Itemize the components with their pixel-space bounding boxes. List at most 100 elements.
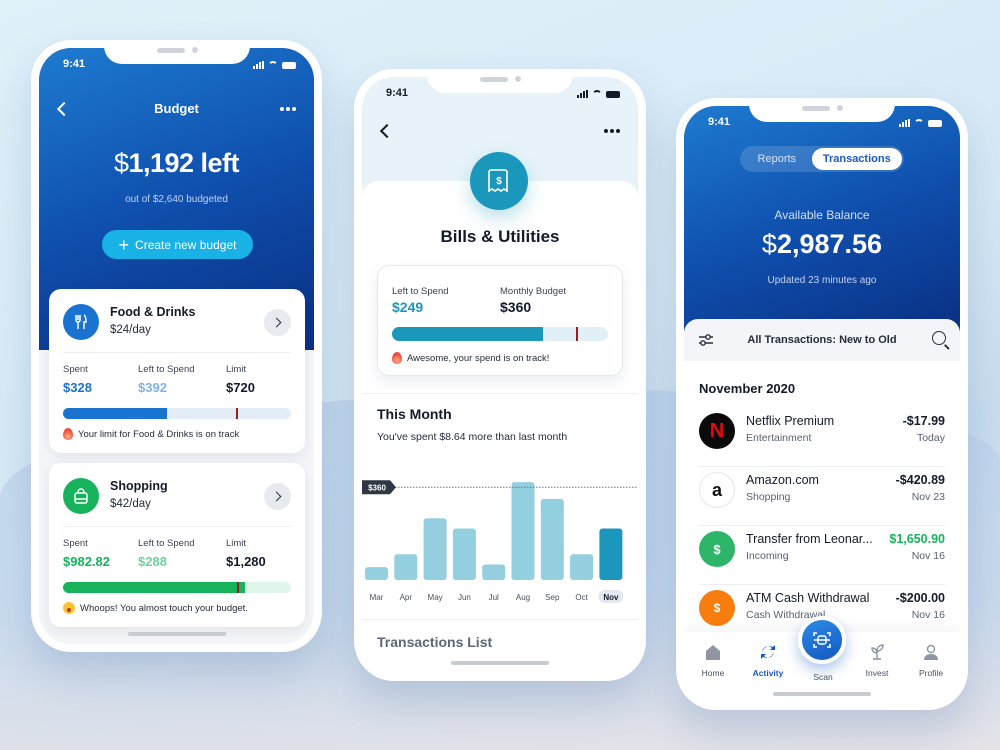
budget-label: Monthly Budget: [500, 286, 567, 297]
spent-label: Spent: [63, 364, 88, 375]
status-bar: 9:41: [362, 87, 638, 103]
transaction-category: Entertainment: [746, 432, 812, 444]
bar-may: [423, 518, 447, 580]
transaction-name: Netflix Premium: [746, 414, 835, 428]
signal-icon: [899, 119, 910, 127]
phone-budget: 9:41 Budget $1,192 left out of $2,640 bu…: [31, 40, 322, 652]
more-icon[interactable]: [604, 129, 620, 133]
transaction-name: Transfer from Leonar...: [746, 532, 873, 546]
transaction-date: Today: [916, 432, 945, 444]
plant-icon: [867, 642, 887, 662]
month-title: This Month: [377, 406, 452, 422]
nav-scan-label[interactable]: Scan: [798, 672, 848, 682]
status-note: Your limit for Food & Drinks is on track: [63, 428, 239, 440]
balance-label: Available Balance: [774, 208, 870, 222]
chevron-right-icon[interactable]: [264, 309, 291, 336]
card-name: Shopping: [110, 479, 168, 493]
filter-label[interactable]: All Transactions: New to Old: [747, 334, 896, 346]
nav-activity[interactable]: Activity: [743, 642, 793, 678]
status-time: 9:41: [708, 116, 731, 128]
divider: [362, 619, 638, 620]
nav-profile[interactable]: Profile: [906, 642, 956, 678]
more-icon[interactable]: [280, 107, 296, 111]
bar-aug: [511, 482, 535, 580]
tab-transactions[interactable]: Transactions: [811, 148, 902, 170]
x-tick-label: Jun: [458, 593, 471, 602]
nav-home[interactable]: Home: [688, 642, 738, 678]
x-tick-label: Oct: [575, 593, 588, 602]
month-subtitle: You've spent $8.64 more than last month: [377, 431, 568, 443]
divider: [699, 466, 945, 467]
back-icon[interactable]: [56, 101, 72, 117]
status-bar: 9:41: [684, 116, 960, 132]
shopping-bag-icon: [63, 478, 99, 514]
transaction-row[interactable]: a Amazon.com Shopping -$420.89 Nov 23: [699, 468, 945, 526]
budget-card-food[interactable]: Food & Drinks $24/day Spent Left to Spen…: [49, 289, 305, 453]
spent-value: $328: [63, 380, 92, 395]
surprised-emoji-icon: [63, 602, 75, 614]
budget-card-shopping[interactable]: Shopping $42/day Spent Left to Spend Lim…: [49, 463, 305, 627]
scan-button[interactable]: [798, 616, 846, 664]
bar-oct: [570, 554, 594, 580]
transaction-row[interactable]: N Netflix Premium Entertainment -$17.99 Toda…: [699, 409, 945, 467]
bar-nov: [599, 528, 623, 580]
home-indicator: [773, 692, 871, 696]
progress-fill: [63, 408, 167, 419]
profile-icon: [921, 642, 941, 662]
monthly-bar-chart: Mar Apr May Jun Jul Aug Sep Oct Nov $360: [362, 480, 638, 603]
transaction-row[interactable]: $ Transfer from Leonar... Incoming $1,650.9…: [699, 527, 945, 585]
bills-title: Bills & Utilities: [440, 227, 560, 246]
transaction-date: Nov 23: [911, 491, 945, 503]
search-icon[interactable]: [932, 331, 946, 345]
status-time: 9:41: [63, 58, 86, 70]
balance-header: 9:41 Reports Transactions Available Bala…: [684, 106, 960, 336]
month-heading: November 2020: [699, 381, 796, 396]
spent-label: Spent: [63, 538, 88, 549]
chevron-right-icon[interactable]: [264, 483, 291, 510]
card-name: Food & Drinks: [110, 305, 196, 319]
transactions-list-title[interactable]: Transactions List: [377, 634, 492, 650]
left-label: Left to Spend: [392, 286, 449, 297]
battery-icon: [606, 90, 620, 98]
status-time: 9:41: [386, 87, 409, 99]
receipt-icon: $: [470, 152, 528, 210]
status-bar: 9:41: [39, 58, 314, 74]
wifi-icon: [592, 90, 602, 98]
left-label: Left to Spend: [138, 538, 195, 549]
filter-bar: All Transactions: New to Old: [684, 319, 960, 361]
back-icon[interactable]: [379, 123, 395, 139]
amazon-logo-icon: a: [699, 472, 735, 508]
bar-sep: [540, 498, 564, 580]
budget-subtitle: out of $2,640 budgeted: [125, 194, 228, 205]
progress-bar: [63, 408, 291, 419]
transaction-amount: -$200.00: [895, 591, 945, 605]
limit-label: Limit: [226, 538, 247, 549]
transaction-name: Amazon.com: [746, 473, 819, 487]
tab-reports[interactable]: Reports: [742, 148, 812, 170]
filter-sliders-icon[interactable]: [698, 333, 714, 347]
transaction-amount: -$17.99: [902, 414, 945, 428]
spend-card: Left to Spend Monthly Budget $249 $360 A…: [377, 265, 623, 376]
progress-fill: [392, 327, 544, 341]
transaction-category: Shopping: [746, 491, 791, 503]
left-label: Left to Spend: [138, 364, 195, 375]
balance-value: $2,987.56: [761, 229, 883, 259]
x-tick-label: Jul: [489, 593, 499, 602]
progress-bar: [392, 327, 608, 341]
nav-bar: [362, 123, 638, 143]
atm-icon: $: [699, 590, 735, 626]
create-budget-button[interactable]: + Create new budget: [102, 230, 253, 259]
x-tick-label: May: [428, 593, 443, 602]
status-note: Whoops! You almost touch your budget.: [63, 602, 248, 614]
netflix-logo-icon: N: [699, 413, 735, 449]
x-tick-label: Mar: [370, 593, 384, 602]
nav-invest[interactable]: Invest: [852, 642, 902, 678]
budget-screen: 9:41 Budget $1,192 left out of $2,640 bu…: [39, 48, 314, 644]
transaction-date: Nov 16: [911, 550, 945, 562]
signal-icon: [577, 90, 588, 98]
limit-marker: [236, 408, 239, 419]
divider: [699, 584, 945, 585]
scan-icon: [813, 632, 831, 648]
phone-bills: 9:41 $ Bills & Utilities Left to Spend M…: [354, 69, 646, 681]
transaction-amount: -$420.89: [895, 473, 945, 487]
